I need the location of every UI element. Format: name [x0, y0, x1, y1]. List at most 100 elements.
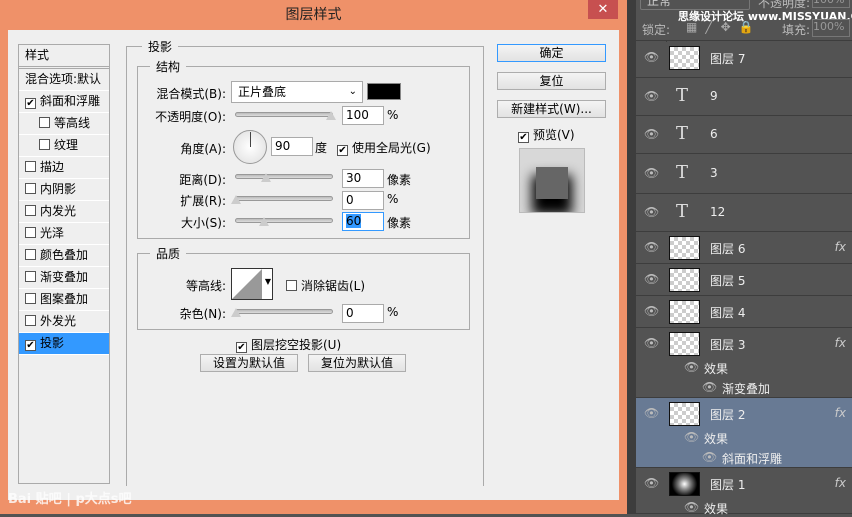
- eye-icon[interactable]: 👁: [644, 166, 659, 180]
- style-item[interactable]: 等高线: [19, 113, 109, 135]
- style-item[interactable]: ✔ 投影: [19, 333, 109, 355]
- spread-slider[interactable]: [231, 195, 333, 204]
- eye-icon[interactable]: 👁: [644, 476, 659, 490]
- knockout-checkbox[interactable]: ✔ 图层挖空投影(U): [236, 336, 341, 353]
- new-style-button[interactable]: 新建样式(W)...: [497, 100, 606, 118]
- style-item[interactable]: 纹理: [19, 135, 109, 157]
- eye-icon[interactable]: 👁: [644, 272, 659, 286]
- style-item[interactable]: 内发光: [19, 201, 109, 223]
- lock-icons[interactable]: ▦╱✥🔒: [686, 20, 762, 34]
- effects-label[interactable]: 效果: [704, 360, 728, 377]
- opacity-input[interactable]: 100: [342, 106, 384, 125]
- checkbox-unchecked[interactable]: [39, 117, 50, 128]
- size-slider[interactable]: [235, 217, 333, 226]
- layer-row[interactable]: 👁 T 3: [636, 154, 852, 194]
- spread-input[interactable]: 0: [342, 191, 384, 210]
- slider-thumb[interactable]: [231, 195, 241, 204]
- checkbox-unchecked[interactable]: [25, 161, 36, 172]
- lock-move-icon[interactable]: ✥: [721, 20, 739, 34]
- styles-header[interactable]: 样式: [19, 45, 109, 69]
- lock-all-icon[interactable]: 🔒: [739, 20, 762, 34]
- angle-input[interactable]: 90: [271, 137, 313, 156]
- eye-icon[interactable]: 👁: [644, 240, 659, 254]
- fx-icon[interactable]: fx: [835, 476, 846, 490]
- eye-icon[interactable]: 👁: [644, 406, 659, 420]
- checkbox-unchecked[interactable]: [25, 205, 36, 216]
- blend-mode-select[interactable]: 正片叠底 ⌄: [231, 81, 363, 103]
- checkbox-checked[interactable]: ✔: [25, 98, 36, 109]
- blend-options-default[interactable]: 混合选项:默认: [19, 69, 109, 91]
- noise-slider[interactable]: [231, 308, 333, 317]
- reset-default-button[interactable]: 复位为默认值: [308, 354, 406, 372]
- layer-row[interactable]: 👁 图层 2 fx 👁 效果 👁 斜面和浮雕: [636, 398, 852, 468]
- ok-button[interactable]: 确定: [497, 44, 606, 62]
- layer-row[interactable]: 👁 T 12: [636, 194, 852, 232]
- style-item[interactable]: 描边: [19, 157, 109, 179]
- layer-row[interactable]: 👁 图层 4: [636, 296, 852, 328]
- effects-label[interactable]: 效果: [704, 430, 728, 447]
- layer-row[interactable]: 👁 T 6: [636, 116, 852, 154]
- shadow-color-swatch[interactable]: [367, 83, 401, 100]
- distance-slider[interactable]: [235, 173, 333, 182]
- style-item[interactable]: 颜色叠加: [19, 245, 109, 267]
- lock-brush-icon[interactable]: ╱: [705, 20, 720, 34]
- eye-icon[interactable]: 👁: [684, 500, 699, 514]
- distance-input[interactable]: 30: [342, 169, 384, 188]
- style-item[interactable]: ✔ 斜面和浮雕: [19, 91, 109, 113]
- checkbox-checked[interactable]: ✔: [25, 340, 36, 351]
- eye-icon[interactable]: 👁: [644, 89, 659, 103]
- eye-icon[interactable]: 👁: [644, 50, 659, 64]
- fx-icon[interactable]: fx: [835, 406, 846, 420]
- eye-icon[interactable]: 👁: [684, 360, 699, 374]
- eye-icon[interactable]: 👁: [644, 304, 659, 318]
- eye-icon[interactable]: 👁: [644, 205, 659, 219]
- checkbox-unchecked[interactable]: [25, 249, 36, 260]
- slider-thumb[interactable]: [326, 111, 336, 120]
- checkbox-unchecked[interactable]: [25, 315, 36, 326]
- fill-input[interactable]: 100%: [812, 19, 850, 37]
- slider-thumb[interactable]: [259, 217, 269, 226]
- contour-picker[interactable]: ▼: [231, 268, 273, 300]
- style-item[interactable]: 图案叠加: [19, 289, 109, 311]
- style-item[interactable]: 渐变叠加: [19, 267, 109, 289]
- eye-icon[interactable]: 👁: [702, 450, 717, 464]
- lock-transparency-icon[interactable]: ▦: [686, 20, 705, 34]
- checkbox-unchecked[interactable]: [39, 139, 50, 150]
- reset-button[interactable]: 复位: [497, 72, 606, 90]
- chevron-down-icon: ⌄: [348, 86, 357, 97]
- effects-label[interactable]: 效果: [704, 500, 728, 517]
- checkbox-unchecked[interactable]: [25, 271, 36, 282]
- global-light-checkbox[interactable]: ✔ 使用全局光(G): [337, 139, 431, 156]
- layer-row[interactable]: 👁 图层 3 fx 👁 效果 👁 渐变叠加: [636, 328, 852, 398]
- layer-row[interactable]: 👁 图层 1 fx 👁 效果: [636, 468, 852, 517]
- fx-icon[interactable]: fx: [835, 240, 846, 254]
- antialias-checkbox[interactable]: 消除锯齿(L): [286, 277, 365, 294]
- noise-input[interactable]: 0: [342, 304, 384, 323]
- set-default-button[interactable]: 设置为默认值: [200, 354, 298, 372]
- style-item[interactable]: 光泽: [19, 223, 109, 245]
- preview-checkbox[interactable]: ✔ 预览(V): [518, 126, 575, 143]
- close-button[interactable]: ✕: [588, 0, 618, 19]
- layer-row[interactable]: 👁 图层 5: [636, 264, 852, 296]
- checkbox-unchecked[interactable]: [25, 293, 36, 304]
- effect-item[interactable]: 斜面和浮雕: [722, 450, 782, 467]
- opacity-slider[interactable]: [235, 111, 336, 120]
- slider-thumb[interactable]: [261, 173, 271, 182]
- layer-opacity-input[interactable]: 100%: [812, 0, 850, 8]
- eye-icon[interactable]: 👁: [644, 336, 659, 350]
- style-item[interactable]: 内阴影: [19, 179, 109, 201]
- eye-icon[interactable]: 👁: [702, 380, 717, 394]
- checkbox-unchecked[interactable]: [25, 227, 36, 238]
- angle-dial[interactable]: [233, 130, 267, 164]
- layer-row[interactable]: 👁 图层 7: [636, 42, 852, 78]
- checkbox-unchecked[interactable]: [25, 183, 36, 194]
- layer-row[interactable]: 👁 图层 6 fx: [636, 232, 852, 264]
- fx-icon[interactable]: fx: [835, 336, 846, 350]
- slider-thumb[interactable]: [231, 308, 241, 317]
- eye-icon[interactable]: 👁: [644, 127, 659, 141]
- layer-row[interactable]: 👁 T 9: [636, 78, 852, 116]
- style-item[interactable]: 外发光: [19, 311, 109, 333]
- size-input[interactable]: 60: [342, 212, 384, 231]
- effect-item[interactable]: 渐变叠加: [722, 380, 770, 397]
- eye-icon[interactable]: 👁: [684, 430, 699, 444]
